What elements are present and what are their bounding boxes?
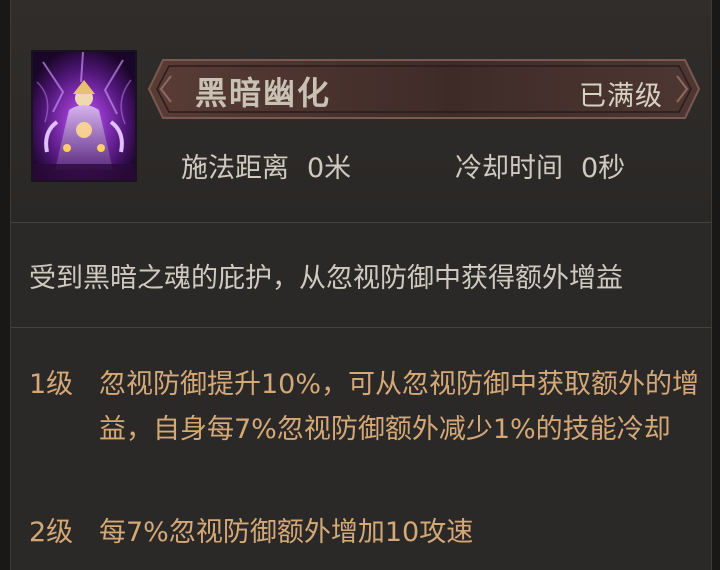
divider xyxy=(11,222,711,223)
cast-range-stat: 施法距离 0米 xyxy=(181,146,351,185)
level-effect-text: 每7%忽视防御额外增加10攻速 xyxy=(99,517,474,548)
skill-header: 黑暗幽化 已满级 施法距离 0米 冷却时间 0秒 xyxy=(11,0,711,222)
divider xyxy=(11,327,711,328)
cooldown-stat: 冷却时间 0秒 xyxy=(455,146,625,185)
skill-level-status: 已满级 xyxy=(579,81,663,112)
cooldown-label: 冷却时间 xyxy=(455,153,563,184)
level-effect-text: 忽视防御提升10%，可从忽视防御中获取额外的增益，自身每7%忽视防御额外减少1%… xyxy=(99,369,700,445)
skill-tooltip-panel: 黑暗幽化 已满级 施法距离 0米 冷却时间 0秒 受到黑暗之魂的庇护，从忽视防御中获… xyxy=(10,0,712,570)
skill-description: 受到黑暗之魂的庇护，从忽视防御中获得额外增益 xyxy=(29,263,623,294)
skill-name: 黑暗幽化 xyxy=(195,74,332,112)
dark-priestess-icon xyxy=(31,50,137,182)
cooldown-value: 0秒 xyxy=(581,153,626,184)
skill-title-banner: 黑暗幽化 已满级 xyxy=(147,54,701,124)
level-label: 2级 xyxy=(29,517,74,548)
cast-range-label: 施法距离 xyxy=(181,153,289,184)
level-effect-row: 1级 忽视防御提升10%，可从忽视防御中获取额外的增益，自身每7%忽视防御额外减… xyxy=(11,362,711,498)
cast-range-value: 0米 xyxy=(307,153,352,184)
level-label: 1级 xyxy=(29,369,74,400)
level-effect-row: 2级 每7%忽视防御额外增加10攻速 xyxy=(11,510,711,555)
